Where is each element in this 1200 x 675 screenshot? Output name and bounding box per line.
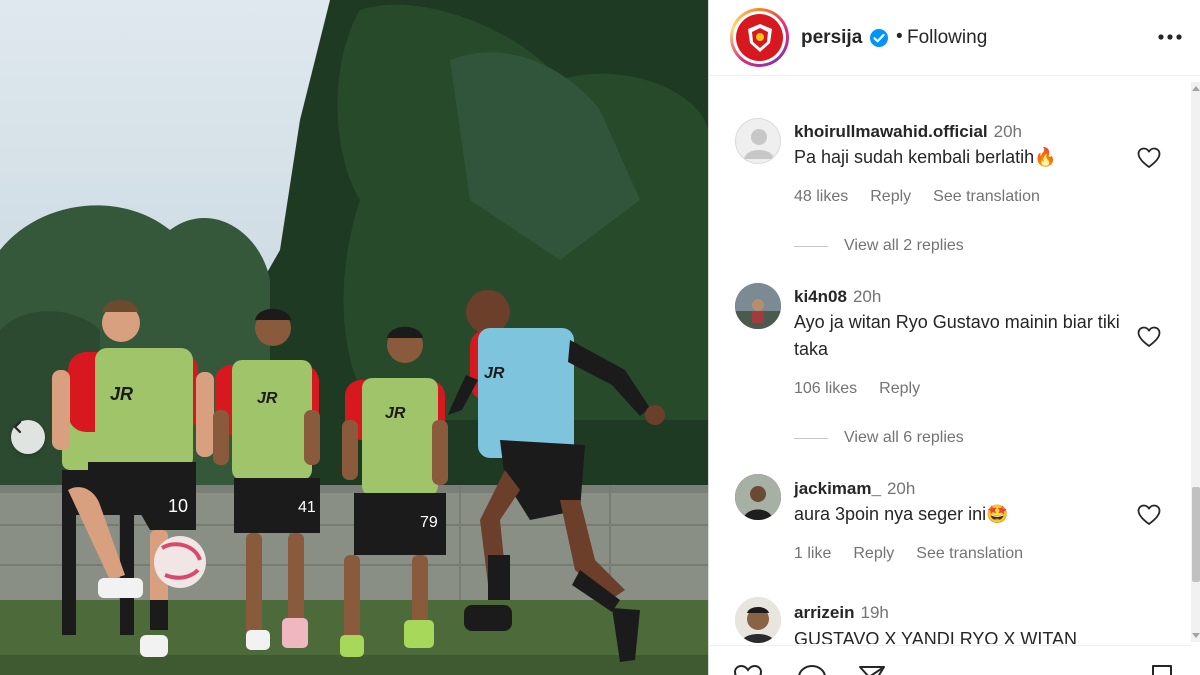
view-replies-button[interactable]: View all 6 replies bbox=[794, 429, 964, 447]
commenter-avatar[interactable] bbox=[735, 118, 781, 164]
verified-badge-icon bbox=[870, 29, 888, 47]
comment-meta: 106 likes Reply bbox=[794, 380, 920, 398]
comments-scrollbar[interactable] bbox=[1191, 82, 1200, 642]
jersey-logo: JR bbox=[257, 390, 278, 407]
send-icon[interactable] bbox=[857, 664, 887, 675]
photo-avatar bbox=[735, 597, 781, 643]
see-translation-button[interactable]: See translation bbox=[916, 545, 1023, 563]
comment-username[interactable]: ki4n08 20h bbox=[794, 287, 881, 307]
comment-meta: 1 like Reply See translation bbox=[794, 545, 1023, 563]
player-number-10: 10 bbox=[168, 496, 188, 516]
chevron-left-icon bbox=[13, 420, 22, 434]
comment-username[interactable]: arrizein 19h bbox=[794, 603, 889, 623]
comment-time: 20h bbox=[993, 122, 1023, 141]
replies-divider bbox=[794, 245, 828, 247]
comment-likes[interactable]: 106 likes bbox=[794, 380, 857, 398]
more-horizontal-icon bbox=[1158, 34, 1182, 40]
comment-reply-button[interactable]: Reply bbox=[879, 380, 920, 398]
scrollbar-thumb[interactable] bbox=[1192, 487, 1200, 582]
post-header: persija • Following bbox=[709, 0, 1200, 76]
club-crest-icon bbox=[747, 23, 772, 52]
comment-text: Pa haji sudah kembali berlatih🔥 bbox=[794, 147, 1057, 167]
commenter-avatar[interactable] bbox=[735, 283, 781, 329]
comment-username-text[interactable]: ki4n08 bbox=[794, 287, 847, 306]
commenter-avatar[interactable] bbox=[735, 474, 781, 520]
comment-text: aura 3poin nya seger ini🤩 bbox=[794, 504, 1009, 524]
see-translation-button[interactable]: See translation bbox=[933, 188, 1040, 206]
comment-username[interactable]: khoirullmawahid.official 20h bbox=[794, 122, 1022, 142]
heart-icon[interactable] bbox=[1137, 147, 1161, 169]
commenter-avatar[interactable] bbox=[735, 597, 781, 643]
comment-time: 20h bbox=[886, 479, 916, 498]
default-avatar-icon bbox=[744, 129, 774, 159]
account-username[interactable]: persija bbox=[801, 27, 862, 49]
comment-text: Ayo ja witan Ryo Gustavo mainin biar tik… bbox=[794, 312, 1120, 359]
comment-username-text[interactable]: arrizein bbox=[794, 603, 854, 622]
header-separator: • bbox=[896, 26, 903, 47]
scroll-down-arrow-icon[interactable] bbox=[1192, 633, 1200, 638]
post-side-panel: persija • Following khoirullmawahid.offi… bbox=[708, 0, 1200, 675]
replies-divider bbox=[794, 437, 828, 439]
player-number-41: 41 bbox=[298, 499, 316, 516]
bookmark-icon[interactable] bbox=[1149, 664, 1175, 675]
view-replies-label[interactable]: View all 6 replies bbox=[844, 429, 964, 447]
jersey-logo: JR bbox=[484, 365, 505, 382]
comment-username-text[interactable]: jackimam_ bbox=[794, 479, 881, 498]
follow-status-button[interactable]: Following bbox=[907, 27, 987, 49]
comment-likes[interactable]: 1 like bbox=[794, 545, 831, 563]
heart-icon[interactable] bbox=[733, 664, 763, 675]
scroll-up-arrow-icon[interactable] bbox=[1192, 86, 1200, 91]
account-avatar[interactable] bbox=[730, 8, 789, 67]
comment-reply-button[interactable]: Reply bbox=[853, 545, 894, 563]
view-replies-label[interactable]: View all 2 replies bbox=[844, 237, 964, 255]
comment-icon[interactable] bbox=[797, 664, 827, 675]
training-photo-illustration: JR 10 JR 41 JR 79 JR bbox=[0, 0, 708, 675]
heart-icon[interactable] bbox=[1137, 326, 1161, 348]
comment-meta: 48 likes Reply See translation bbox=[794, 188, 1040, 206]
comment-time: 19h bbox=[860, 603, 889, 622]
comment-time: 20h bbox=[852, 287, 882, 306]
post-action-bar bbox=[709, 645, 1191, 675]
post-photo: JR 10 JR 41 JR 79 JR bbox=[0, 0, 708, 675]
comment-username-text[interactable]: khoirullmawahid.official bbox=[794, 122, 988, 141]
comment-reply-button[interactable]: Reply bbox=[870, 188, 911, 206]
jersey-logo: JR bbox=[110, 384, 133, 404]
photo-avatar bbox=[735, 474, 781, 520]
view-replies-button[interactable]: View all 2 replies bbox=[794, 237, 964, 255]
comments-list[interactable]: khoirullmawahid.official 20h Pa haji suda… bbox=[709, 77, 1189, 644]
photo-avatar bbox=[735, 283, 781, 329]
player-number-79: 79 bbox=[420, 514, 438, 531]
heart-icon[interactable] bbox=[1137, 504, 1161, 526]
more-options-button[interactable] bbox=[1155, 24, 1185, 50]
jersey-logo: JR bbox=[385, 405, 406, 422]
comment-username[interactable]: jackimam_ 20h bbox=[794, 479, 915, 499]
comment-text: GUSTAVO X YANDI RYO X WITAN bbox=[794, 629, 1078, 644]
comment-likes[interactable]: 48 likes bbox=[794, 188, 848, 206]
carousel-prev-button[interactable] bbox=[11, 420, 45, 454]
